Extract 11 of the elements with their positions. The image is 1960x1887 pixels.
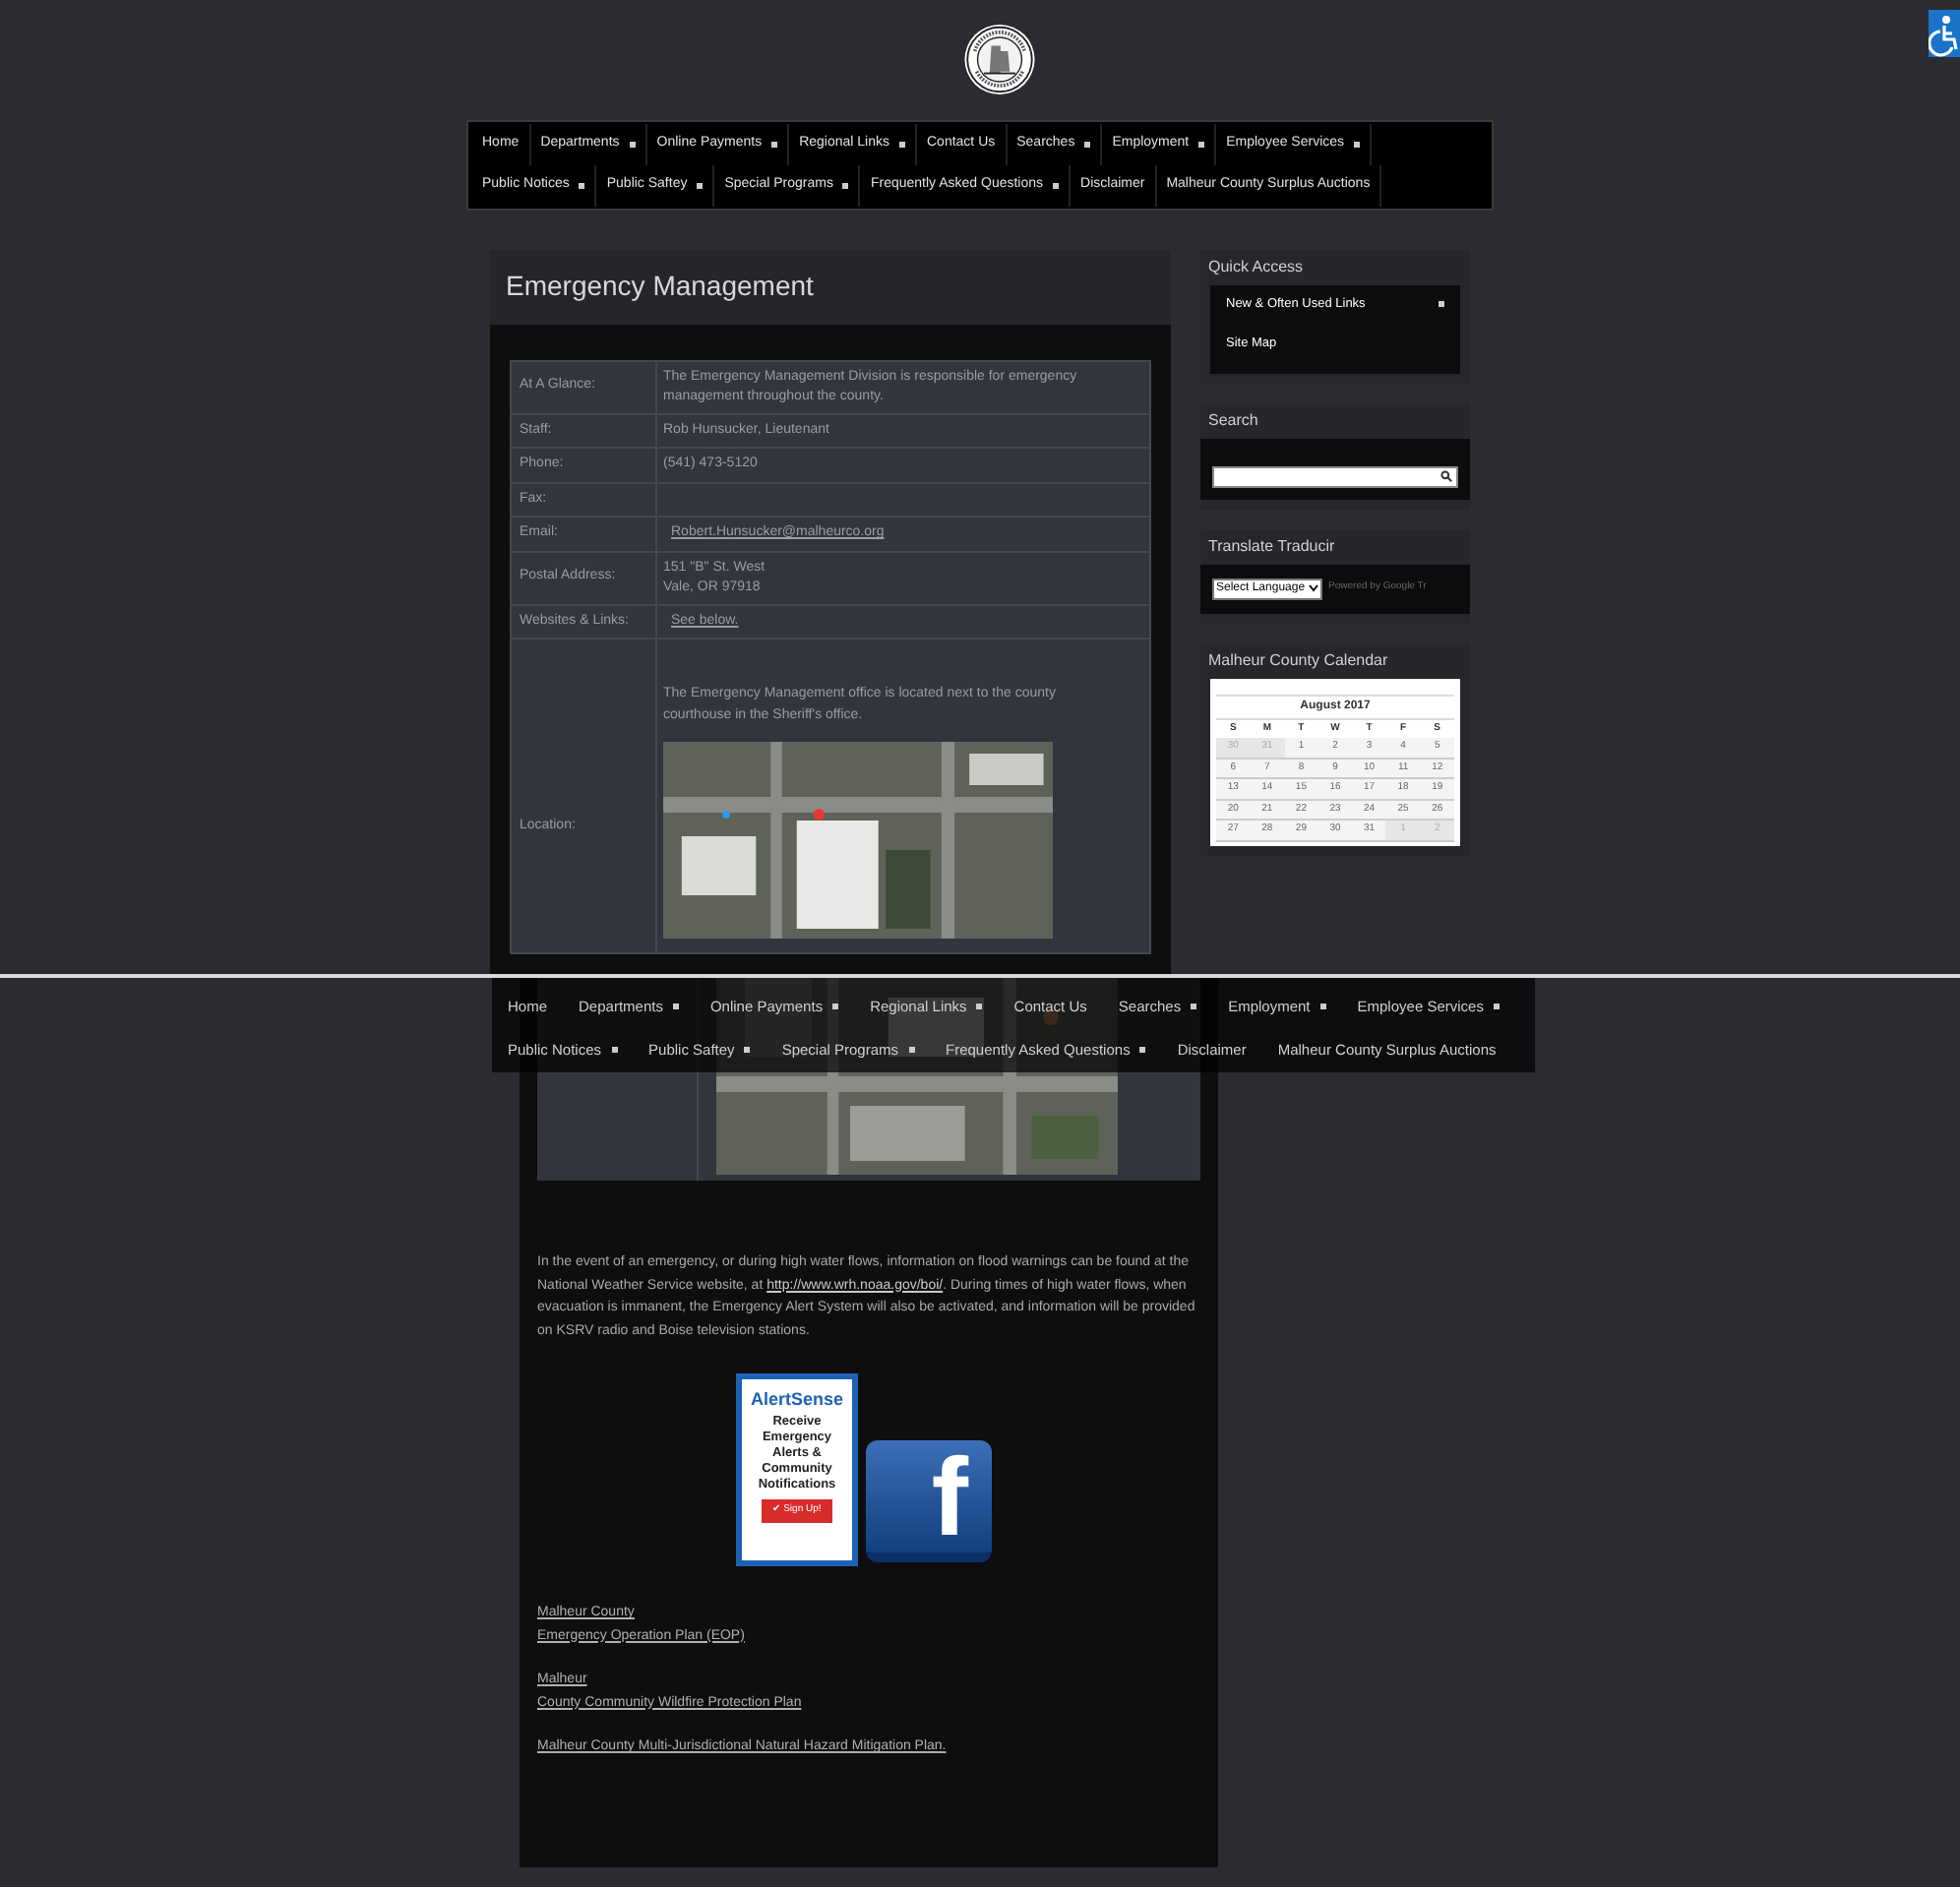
chevron-icon <box>1309 584 1319 592</box>
widget-title: Search <box>1206 408 1260 432</box>
social-badge[interactable]: f <box>866 1440 992 1562</box>
page-title: Emergency Management <box>506 268 814 305</box>
widget-title: Translate Traducir <box>1206 534 1337 558</box>
brand-text: AlertSense <box>750 1387 844 1411</box>
widget-title: Quick Access <box>1206 255 1306 278</box>
widget-title: Malheur County Calendar <box>1206 648 1390 673</box>
search-field[interactable] <box>1212 465 1458 487</box>
search-icon[interactable] <box>1440 470 1452 482</box>
access-icon[interactable] <box>1929 10 1960 57</box>
